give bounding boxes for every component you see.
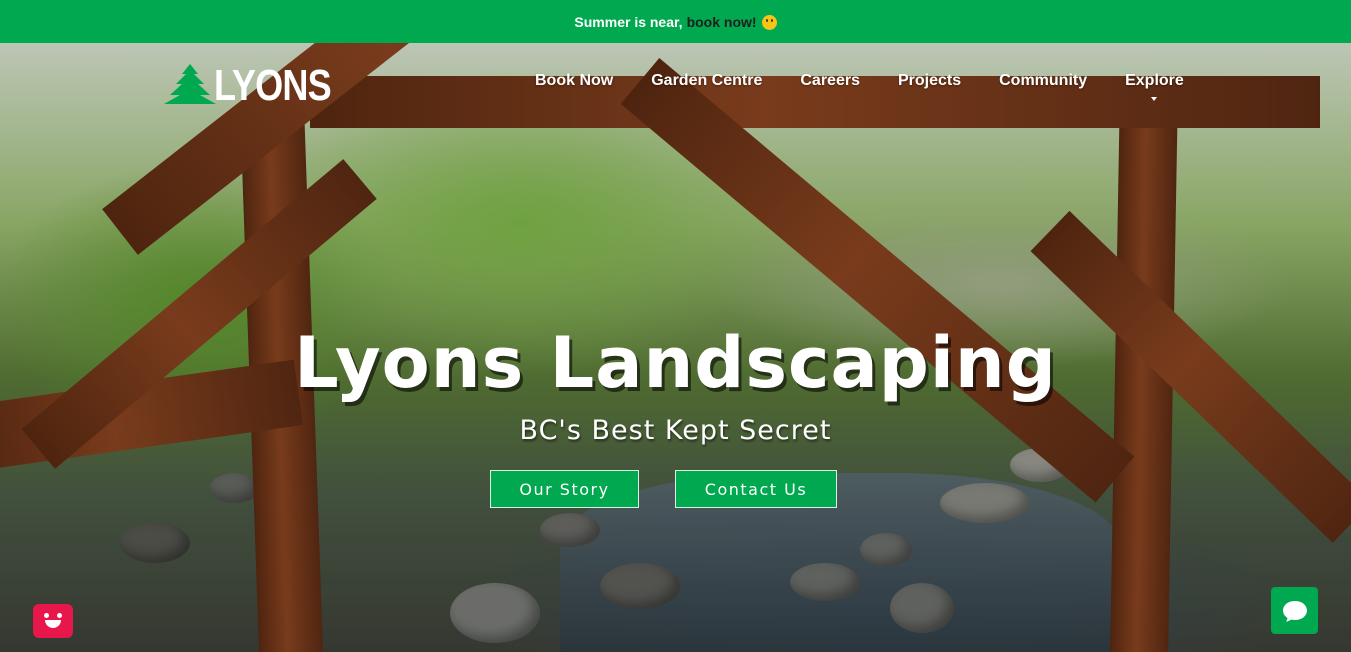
smiley-chat-icon	[44, 613, 49, 618]
announcement-bar: Summer is near, book now!	[0, 0, 1351, 43]
caret-down-icon	[1151, 97, 1158, 101]
logo-wordmark: LYONS	[214, 61, 332, 110]
our-story-button[interactable]: Our Story	[490, 470, 639, 508]
contact-us-button[interactable]: Contact Us	[675, 470, 837, 508]
smiley-emoji-icon	[761, 15, 777, 30]
nav-projects[interactable]: Projects	[898, 72, 961, 90]
chat-widget-button[interactable]	[1271, 587, 1318, 634]
pine-tree-icon	[164, 64, 216, 104]
announcement-text: Summer is near,	[574, 13, 683, 30]
nav-explore[interactable]: Explore	[1125, 72, 1184, 101]
nav-book-now[interactable]: Book Now	[535, 72, 613, 90]
nav-explore-label: Explore	[1125, 72, 1184, 89]
smiley-chat-widget[interactable]	[33, 604, 73, 638]
nav-garden-centre[interactable]: Garden Centre	[651, 72, 762, 90]
chat-bubble-icon	[1282, 600, 1307, 622]
smiley-chat-icon-mouth	[45, 620, 61, 628]
lyons-logo[interactable]: LYONS	[162, 58, 357, 108]
nav-careers[interactable]: Careers	[800, 72, 860, 90]
main-nav: Book Now Garden Centre Careers Projects …	[516, 72, 1203, 101]
nav-community[interactable]: Community	[999, 72, 1087, 90]
announcement-book-link[interactable]: book now!	[687, 14, 757, 30]
smiley-chat-icon-eye	[57, 613, 62, 618]
hero-title: Lyons Landscaping	[294, 322, 1057, 404]
hero-subtitle: BC's Best Kept Secret	[519, 415, 832, 446]
